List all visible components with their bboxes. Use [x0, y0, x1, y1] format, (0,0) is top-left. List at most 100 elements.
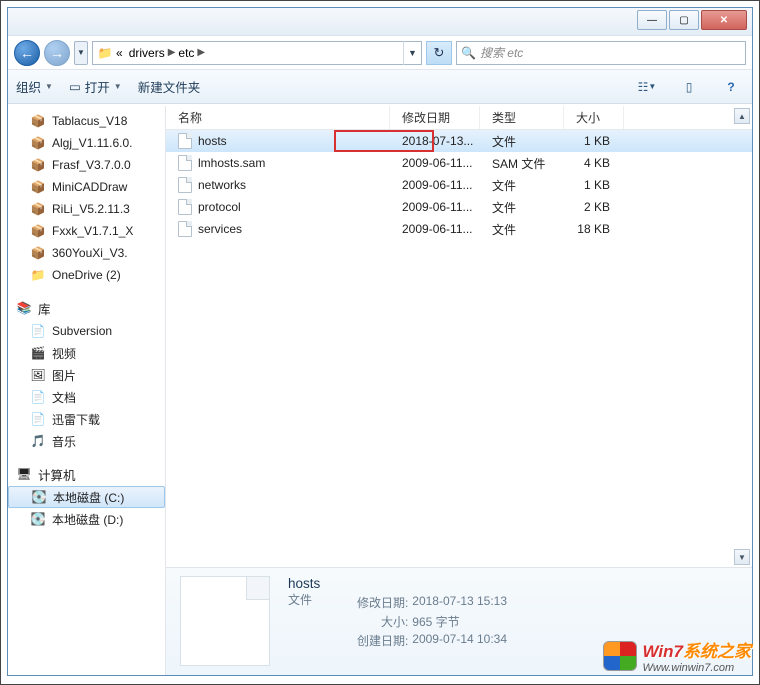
- sidebar-item[interactable]: 📄文档: [8, 386, 165, 408]
- file-name: protocol: [198, 200, 241, 214]
- breadcrumb-seg[interactable]: drivers: [126, 46, 168, 60]
- column-headers: 名称 修改日期 类型 大小: [166, 106, 752, 130]
- details-label-size: 大小:: [352, 613, 408, 630]
- item-icon: 📦: [30, 135, 46, 151]
- item-label: Algj_V1.11.6.0.: [52, 136, 133, 150]
- navbar: ← → ▼ 📁 « drivers ▶ etc ▶ ▼ ↻ 🔍 搜索 etc: [8, 36, 752, 70]
- back-button[interactable]: ←: [14, 40, 40, 66]
- file-size: 4 KB: [564, 156, 624, 170]
- file-type: 文件: [480, 199, 564, 216]
- sidebar-item[interactable]: 💽 本地磁盘 (C:): [8, 486, 165, 508]
- view-options-button[interactable]: ☷ ▼: [634, 76, 660, 98]
- watermark-url: Www.winwin7.com: [643, 662, 751, 674]
- file-row[interactable]: lmhosts.sam2009-06-11...SAM 文件4 KB: [166, 152, 752, 174]
- sidebar-item[interactable]: 📦360YouXi_V3.: [8, 242, 165, 264]
- item-icon: 📦: [30, 157, 46, 173]
- sidebar-item[interactable]: 🖼 图片: [8, 364, 165, 386]
- col-name[interactable]: 名称: [166, 106, 390, 129]
- sidebar-item[interactable]: 🎵 音乐: [8, 430, 165, 452]
- item-label: 文档: [52, 389, 76, 406]
- item-label: 本地磁盘 (D:): [52, 511, 123, 528]
- item-label: Frasf_V3.7.0.0: [52, 158, 131, 172]
- file-date: 2009-06-11...: [390, 222, 480, 236]
- item-icon: 💽: [30, 511, 46, 527]
- open-button[interactable]: ▭ 打开 ▼: [69, 77, 122, 96]
- details-modified: 2018-07-13 15:13: [412, 594, 507, 611]
- file-row[interactable]: hosts2018-07-13...文件1 KB: [166, 130, 752, 152]
- search-input[interactable]: 🔍 搜索 etc: [456, 41, 746, 65]
- computer-icon: 🖥: [16, 466, 32, 482]
- sidebar-item[interactable]: 📄迅雷下载: [8, 408, 165, 430]
- minimize-button[interactable]: —: [637, 10, 667, 30]
- item-label: 图片: [52, 367, 76, 384]
- breadcrumb-sep-icon[interactable]: ▶: [168, 47, 176, 58]
- sidebar-item[interactable]: 📦Fxxk_V1.7.1_X: [8, 220, 165, 242]
- file-size: 2 KB: [564, 200, 624, 214]
- file-icon: [178, 133, 192, 149]
- library-icon: 📚: [16, 300, 32, 316]
- sidebar-group-libraries[interactable]: 📚库: [8, 296, 165, 320]
- sidebar-item[interactable]: 📁OneDrive (2): [8, 264, 165, 286]
- breadcrumb-seg[interactable]: etc: [175, 46, 197, 60]
- watermark: Win7系统之家 Www.winwin7.com: [603, 637, 751, 674]
- nav-history-dropdown[interactable]: ▼: [74, 41, 88, 65]
- file-row[interactable]: protocol 2009-06-11...文件2 KB: [166, 196, 752, 218]
- preview-pane-button[interactable]: ▯: [676, 76, 702, 98]
- help-button[interactable]: ?: [718, 76, 744, 98]
- address-dropdown[interactable]: ▼: [403, 41, 421, 65]
- item-label: 音乐: [52, 433, 76, 450]
- item-icon: 📦: [30, 113, 46, 129]
- item-icon: 📄: [30, 411, 46, 427]
- file-date: 2009-06-11...: [390, 178, 480, 192]
- file-date: 2009-06-11...: [390, 200, 480, 214]
- details-size: 965 字节: [412, 613, 459, 630]
- details-filename: hosts: [288, 576, 320, 591]
- sidebar-item[interactable]: 💽 本地磁盘 (D:): [8, 508, 165, 530]
- new-folder-button[interactable]: 新建文件夹: [138, 77, 201, 96]
- file-icon: [178, 155, 192, 171]
- details-filetype: 文件: [288, 591, 320, 608]
- sidebar-item[interactable]: 📦 Frasf_V3.7.0.0: [8, 154, 165, 176]
- file-size: 1 KB: [564, 134, 624, 148]
- item-icon: 📦: [30, 179, 46, 195]
- sidebar-item[interactable]: 📦RiLi_V5.2.11.3: [8, 198, 165, 220]
- address-bar[interactable]: 📁 « drivers ▶ etc ▶ ▼: [92, 41, 422, 65]
- item-icon: 🎵: [30, 433, 46, 449]
- sidebar-item[interactable]: 📦Tablacus_V18: [8, 110, 165, 132]
- toolbar: 组织 ▼ ▭ 打开 ▼ 新建文件夹 ☷ ▼ ▯ ?: [8, 70, 752, 104]
- file-type: 文件: [480, 177, 564, 194]
- item-icon: 💽: [31, 489, 47, 505]
- breadcrumb-prefix[interactable]: «: [113, 46, 126, 60]
- item-label: Subversion: [52, 324, 112, 338]
- details-info: hosts 文件: [288, 576, 320, 667]
- file-row[interactable]: networks2009-06-11...文件1 KB: [166, 174, 752, 196]
- file-date: 2018-07-13...: [390, 134, 480, 148]
- sidebar: 📦Tablacus_V18📦Algj_V1.11.6.0.📦Frasf_V3.7…: [8, 106, 166, 675]
- file-thumbnail: [180, 576, 270, 666]
- sidebar-item[interactable]: 📄Subversion: [8, 320, 165, 342]
- maximize-button[interactable]: ▢: [669, 10, 699, 30]
- close-button[interactable]: ✕: [701, 10, 747, 30]
- sidebar-item[interactable]: 📦 Algj_V1.11.6.0.: [8, 132, 165, 154]
- sidebar-group-computer[interactable]: 🖥计算机: [8, 462, 165, 486]
- file-type: SAM 文件: [480, 155, 564, 172]
- item-icon: 🖼: [30, 367, 46, 383]
- file-name: lmhosts.sam: [198, 156, 265, 170]
- item-label: 本地磁盘 (C:): [53, 489, 124, 506]
- item-label: OneDrive (2): [52, 268, 121, 282]
- forward-button[interactable]: →: [44, 40, 70, 66]
- refresh-button[interactable]: ↻: [426, 41, 452, 65]
- details-meta: 修改日期:2018-07-13 15:13 大小:965 字节 创建日期:200…: [352, 594, 507, 667]
- col-type[interactable]: 类型: [480, 106, 564, 129]
- file-row[interactable]: services2009-06-11...文件18 KB: [166, 218, 752, 240]
- organize-menu[interactable]: 组织 ▼: [16, 77, 53, 96]
- breadcrumb-sep-icon[interactable]: ▶: [197, 47, 205, 58]
- details-label-modified: 修改日期:: [352, 594, 408, 611]
- col-date[interactable]: 修改日期: [390, 106, 480, 129]
- sidebar-item[interactable]: 📦MiniCADDraw: [8, 176, 165, 198]
- titlebar: — ▢ ✕: [8, 8, 752, 36]
- col-size[interactable]: 大小: [564, 106, 624, 129]
- file-name: networks: [198, 178, 246, 192]
- sidebar-item[interactable]: 🎬视频: [8, 342, 165, 364]
- window-frame: — ▢ ✕ ← → ▼ 📁 « drivers ▶ etc ▶ ▼ ↻ 🔍 搜索…: [0, 0, 760, 685]
